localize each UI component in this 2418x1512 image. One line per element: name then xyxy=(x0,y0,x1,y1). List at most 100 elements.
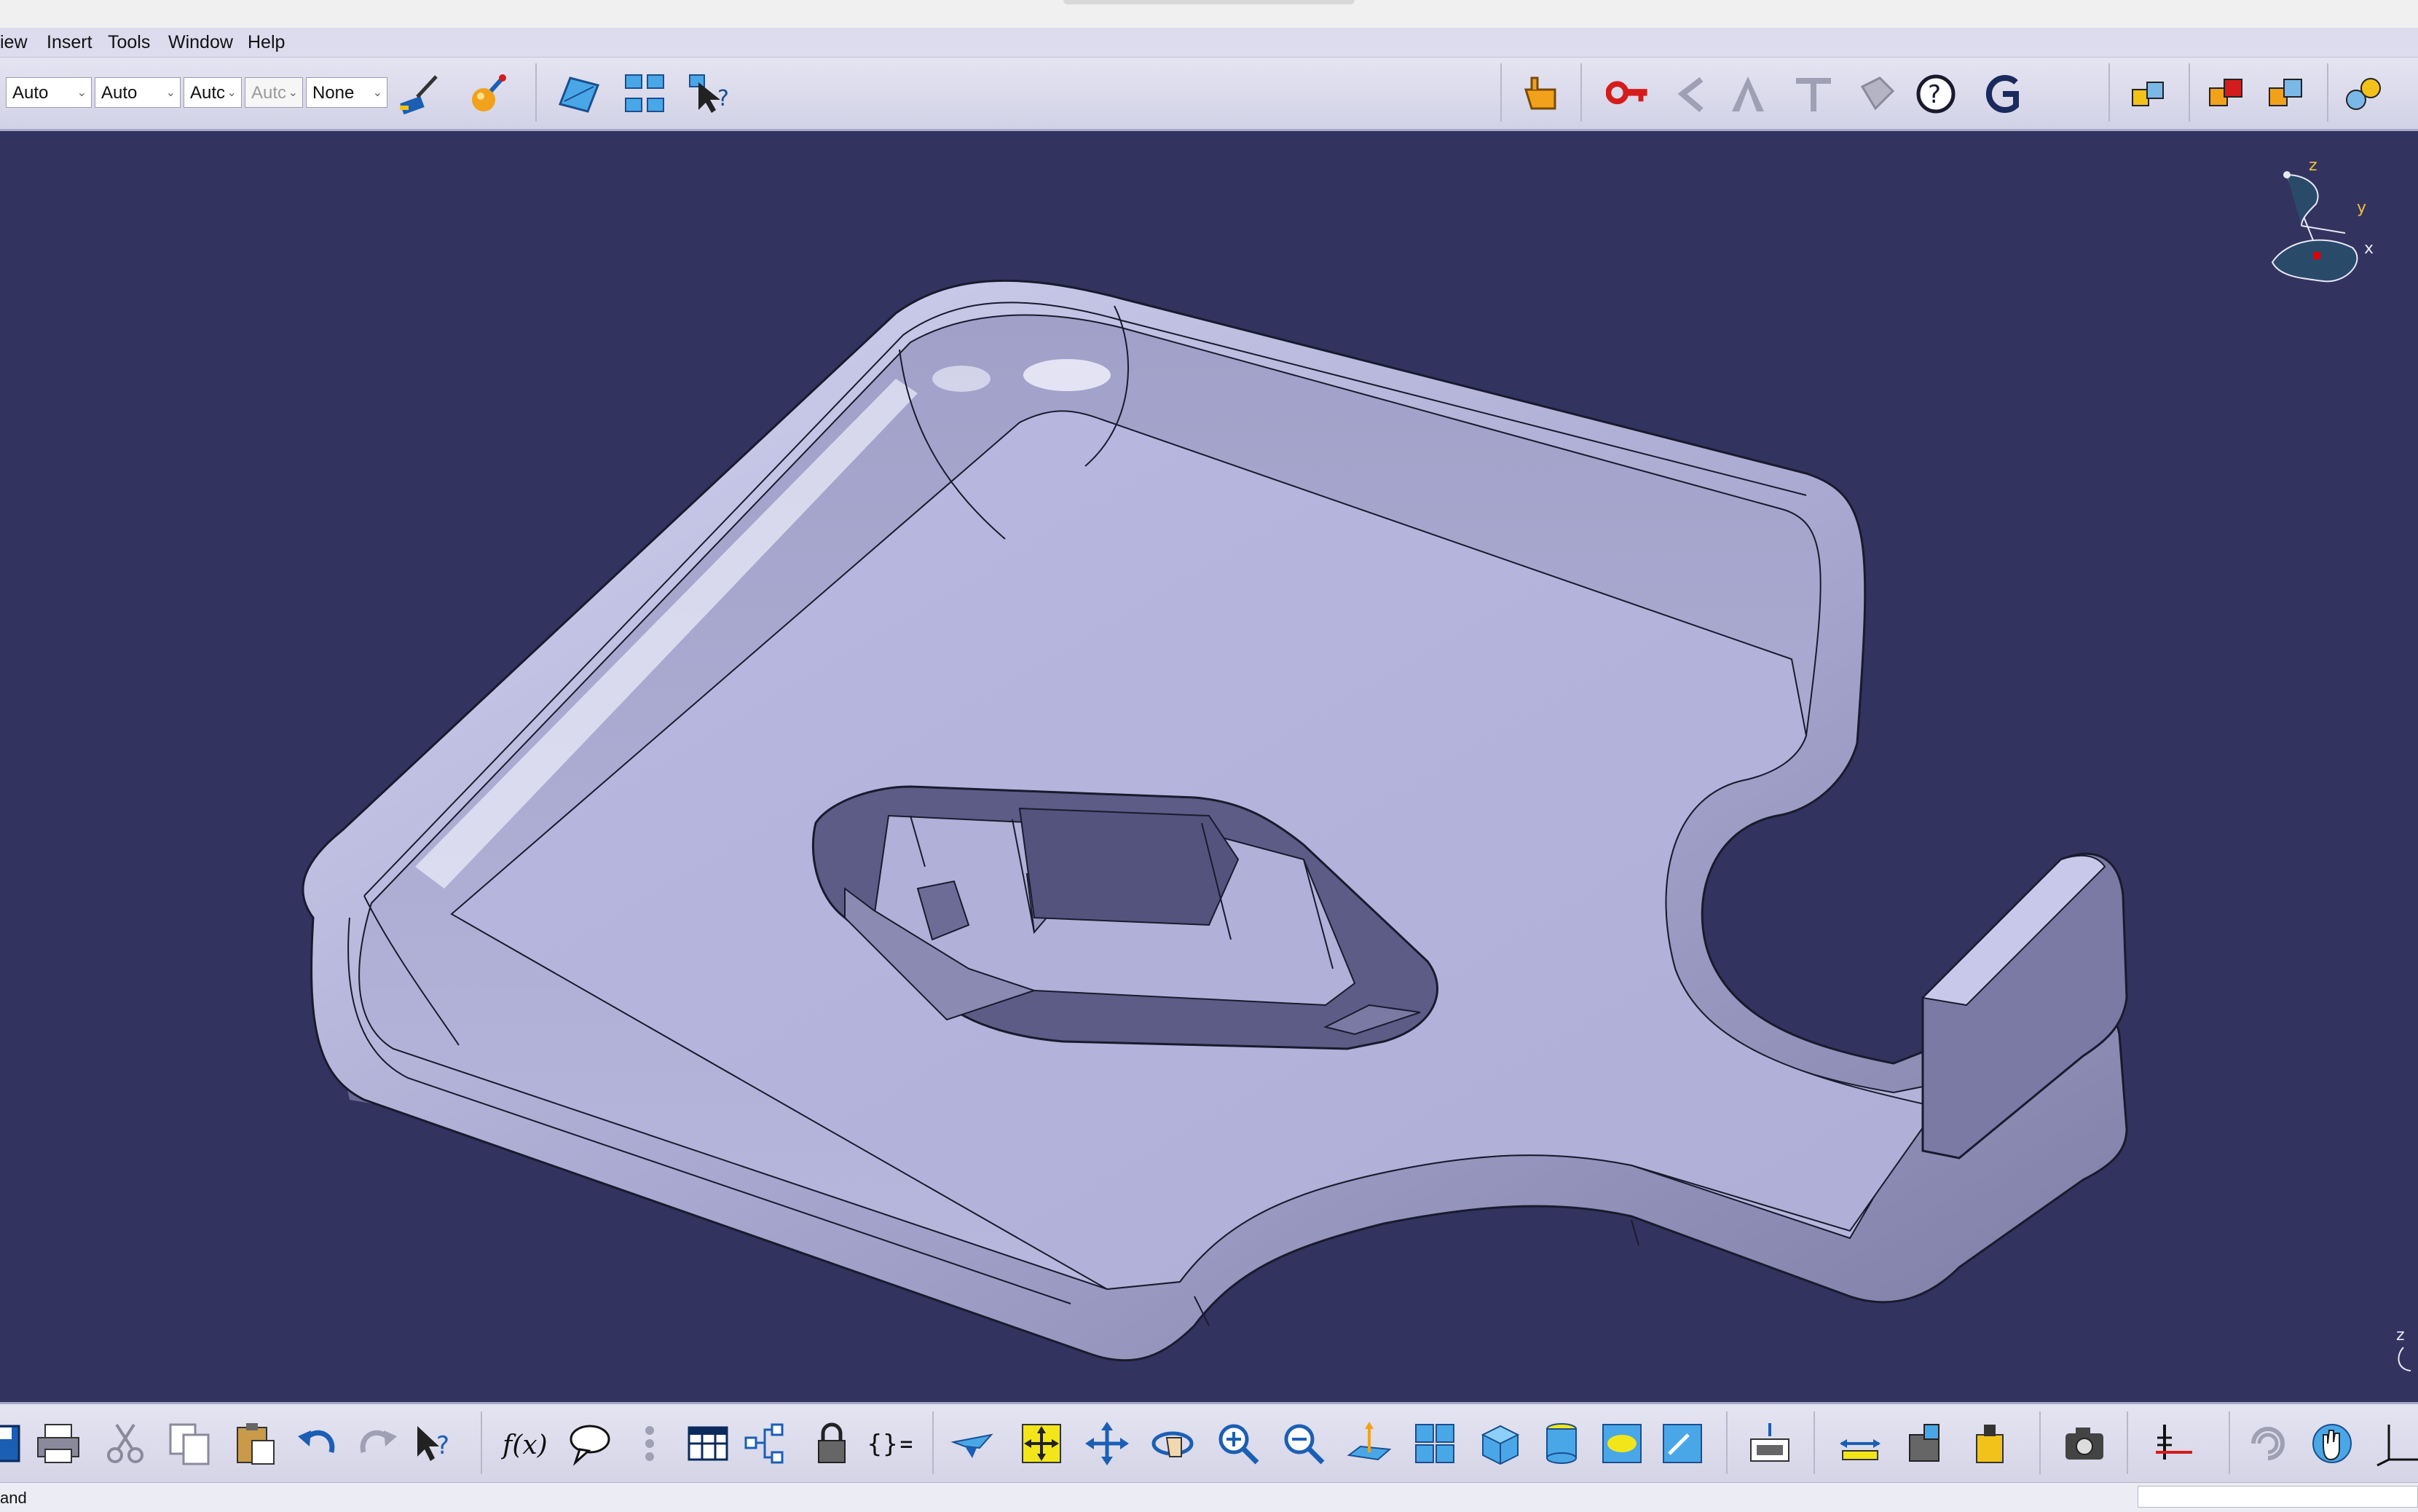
toolbar-separator xyxy=(2108,63,2110,122)
toolbar-separator xyxy=(1726,1411,1728,1474)
sketch-plane-icon[interactable] xyxy=(557,72,601,116)
text-icon[interactable] xyxy=(1792,72,1835,116)
axis-icon[interactable] xyxy=(2374,1420,2418,1467)
zoom-out-icon[interactable] xyxy=(1280,1420,1327,1467)
lock-icon[interactable] xyxy=(808,1420,855,1467)
svg-text:?: ? xyxy=(1928,80,1941,109)
pan-icon[interactable] xyxy=(1084,1420,1130,1467)
text-style-icon[interactable] xyxy=(1726,72,1770,116)
normal-view-icon[interactable] xyxy=(1346,1420,1393,1467)
whats-this-icon[interactable]: ? xyxy=(411,1420,458,1467)
generative-shape-icon[interactable] xyxy=(1668,72,1712,116)
tree-icon[interactable] xyxy=(743,1420,789,1467)
line-thickness-combo[interactable]: Auto ⌄ xyxy=(6,77,92,108)
toolbar-separator xyxy=(1580,63,1582,122)
status-bar: and xyxy=(0,1482,2418,1512)
swap-visible-icon[interactable] xyxy=(1659,1420,1706,1467)
multi-view-icon[interactable] xyxy=(623,72,666,116)
create-selection-set-icon[interactable] xyxy=(1746,1420,1793,1467)
rule-icon[interactable] xyxy=(626,1420,673,1467)
manipulation-hand-icon[interactable] xyxy=(2309,1420,2355,1467)
zoom-in-icon[interactable] xyxy=(1215,1420,1261,1467)
line-type-combo[interactable]: Auto ⌄ xyxy=(95,77,181,108)
combo-value: Auto xyxy=(101,83,138,103)
selection-help-icon[interactable]: ? xyxy=(688,72,732,116)
component-icon[interactable] xyxy=(2265,72,2309,116)
refresh-icon[interactable] xyxy=(2245,1420,2291,1467)
menu-bar: iew Insert Tools Window Help xyxy=(0,28,2418,58)
formula-icon[interactable]: f(x) xyxy=(501,1420,548,1467)
window-tab-handle xyxy=(1063,0,1355,4)
fit-all-icon[interactable] xyxy=(1018,1420,1065,1467)
layer-combo[interactable]: Autc ⌄ xyxy=(184,77,242,108)
constraint-icon[interactable] xyxy=(2342,72,2385,116)
measure-inertia-icon[interactable] xyxy=(1966,1420,2013,1467)
combo-value: Autc xyxy=(190,83,226,103)
rotate-icon[interactable] xyxy=(1149,1420,1196,1467)
combo-value: Auto xyxy=(12,83,49,103)
chevron-down-icon: ⌄ xyxy=(165,87,176,99)
svg-text:f(x): f(x) xyxy=(501,1430,548,1460)
menu-tools[interactable]: Tools xyxy=(108,32,150,53)
menu-insert[interactable]: Insert xyxy=(47,32,92,53)
toolbar-separator xyxy=(2327,63,2328,122)
fly-mode-icon[interactable] xyxy=(950,1420,997,1467)
redo-icon[interactable] xyxy=(353,1420,400,1467)
product-icon[interactable] xyxy=(2205,72,2249,116)
combo-value: Autc xyxy=(251,83,287,103)
key-icon[interactable] xyxy=(1606,72,1650,116)
compass-x-label: x xyxy=(2364,240,2374,258)
copy-icon[interactable] xyxy=(166,1420,213,1467)
hide-show-icon[interactable] xyxy=(1599,1420,1645,1467)
shading-icon[interactable] xyxy=(1538,1420,1585,1467)
compass-widget[interactable]: z y x xyxy=(2258,153,2403,299)
iso-view-icon[interactable] xyxy=(1477,1420,1524,1467)
multi-view-icon[interactable] xyxy=(1411,1420,1458,1467)
tag-icon[interactable] xyxy=(1854,72,1897,116)
toolbar-separator xyxy=(1814,1411,1815,1474)
svg-text:{}=: {}= xyxy=(867,1430,912,1459)
undo-icon[interactable] xyxy=(295,1420,342,1467)
chevron-down-icon: ⌄ xyxy=(288,87,298,99)
3d-viewport[interactable]: z y x z xyxy=(0,131,2418,1402)
corner-axis-icon: z xyxy=(2396,1326,2411,1371)
compass-z-label: z xyxy=(2309,157,2317,175)
svg-text:?: ? xyxy=(436,1431,449,1460)
cut-icon[interactable] xyxy=(102,1420,149,1467)
toolbar-separator xyxy=(1500,63,1502,122)
toolbar-separator xyxy=(2189,63,2190,122)
command-input[interactable] xyxy=(2138,1486,2418,1508)
apply-material-icon[interactable] xyxy=(466,72,510,116)
chevron-down-icon: ⌄ xyxy=(372,87,382,99)
toolbar-separator xyxy=(535,63,537,122)
compass-origin xyxy=(2313,252,2320,259)
toolbar-separator xyxy=(2039,1411,2041,1474)
window-title-strip xyxy=(0,0,2418,28)
status-text: and xyxy=(0,1489,27,1507)
combo-value: None xyxy=(312,83,355,103)
transparency-combo: Autc ⌄ xyxy=(245,77,303,108)
print-icon[interactable] xyxy=(35,1420,82,1467)
comment-icon[interactable] xyxy=(567,1420,613,1467)
menu-help[interactable]: Help xyxy=(248,32,285,53)
assembly-icon[interactable] xyxy=(2127,72,2170,116)
parameters-icon[interactable]: {}= xyxy=(865,1420,912,1467)
menu-view[interactable]: iew xyxy=(0,32,28,53)
save-icon[interactable] xyxy=(0,1420,25,1467)
axis-system-icon[interactable] xyxy=(2150,1420,2197,1467)
catia-logo-icon[interactable] xyxy=(1981,72,2025,116)
svg-text:?: ? xyxy=(717,86,729,111)
camera-icon[interactable] xyxy=(2061,1420,2108,1467)
design-table-icon[interactable] xyxy=(685,1420,731,1467)
rendering-combo[interactable]: None ⌄ xyxy=(306,77,387,108)
paste-icon[interactable] xyxy=(232,1420,278,1467)
measure-item-icon[interactable] xyxy=(1902,1420,1949,1467)
painter-brush-icon[interactable] xyxy=(397,72,441,116)
hand-cursor-icon[interactable] xyxy=(1519,72,1562,116)
measure-between-icon[interactable] xyxy=(1837,1420,1883,1467)
chevron-down-icon: ⌄ xyxy=(227,87,237,99)
menu-window[interactable]: Window xyxy=(168,32,233,53)
toolbar-separator xyxy=(2229,1411,2230,1474)
help-icon[interactable]: ? xyxy=(1914,72,1958,116)
part-model[interactable] xyxy=(0,131,2418,1402)
